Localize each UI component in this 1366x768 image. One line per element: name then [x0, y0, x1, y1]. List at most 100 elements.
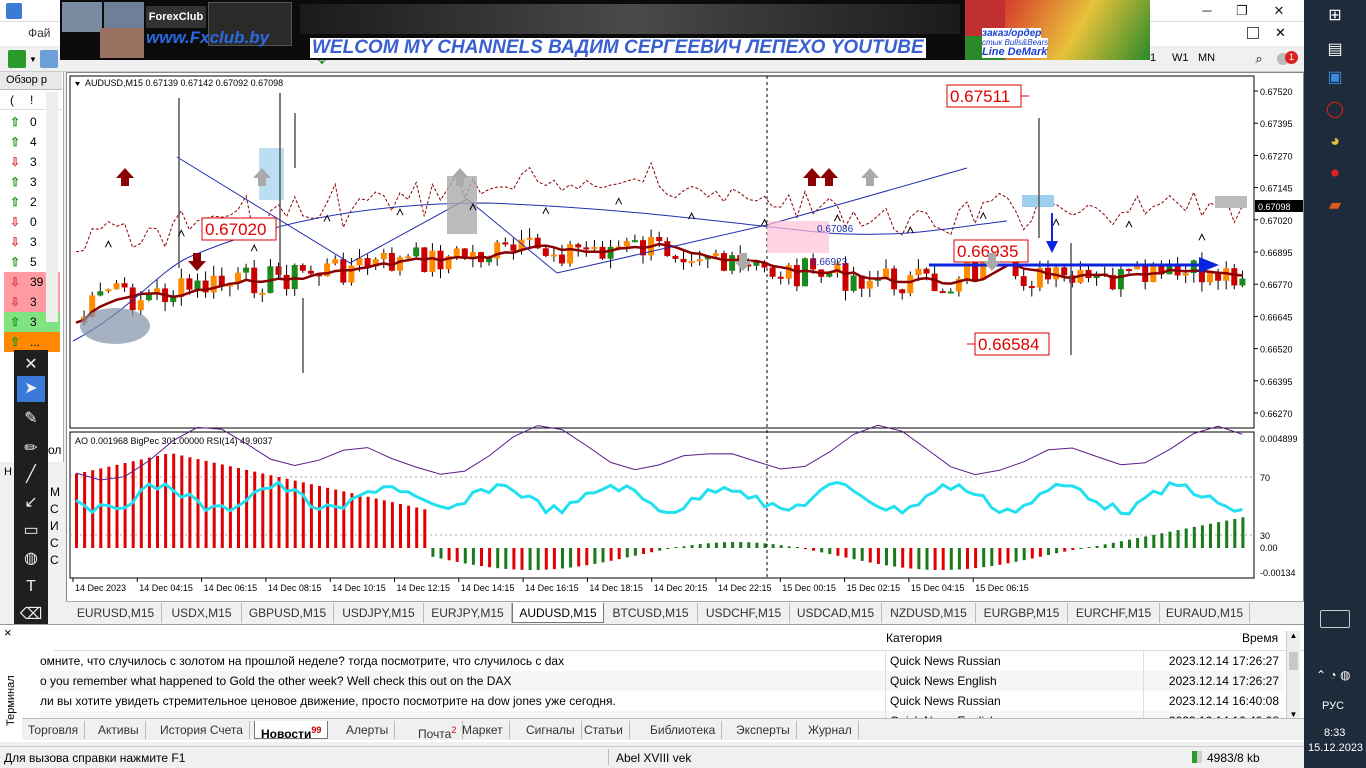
ao-bar [1152, 534, 1156, 548]
powerpoint-icon[interactable]: ▰ [1321, 192, 1349, 220]
chart-tab[interactable]: AUDUSD,M15 [512, 603, 604, 623]
chart-tab[interactable]: EURCHF,M15 [1068, 603, 1160, 623]
close-window-button[interactable]: ✕ [1262, 0, 1296, 22]
ao-bar [366, 496, 370, 548]
palette-icon[interactable]: ◍ [17, 546, 45, 572]
news-row[interactable]: омните, что случилось с золотом на прошл… [40, 651, 1284, 671]
candle-body [397, 257, 403, 271]
ao-bar [828, 548, 832, 555]
chart-tab[interactable]: BTCUSD,M15 [604, 603, 698, 623]
rectangle-icon[interactable]: ▭ [17, 518, 45, 544]
column-head-right[interactable]: ! [30, 93, 33, 107]
search-icon[interactable]: ⌕ [1250, 50, 1268, 68]
chart-tab[interactable]: EURUSD,M15 [70, 603, 162, 623]
chart-tab[interactable]: USDCHF,M15 [698, 603, 790, 623]
profiles-icon[interactable] [40, 50, 58, 68]
scroll-up-icon[interactable]: ▲ [1287, 631, 1300, 640]
minimize-button[interactable]: ─ [1190, 0, 1224, 22]
menu-restore-icon[interactable] [1247, 27, 1259, 39]
cursor-icon[interactable]: ➤ [17, 376, 45, 402]
terminal-tab[interactable]: Маркет [456, 721, 510, 739]
terminal-tab[interactable]: Алерты [340, 721, 396, 739]
keyboard-icon[interactable] [1320, 610, 1350, 628]
banner-ad[interactable]: ForexClub www.Fxclub.by WELCOM MY CHANNE… [60, 0, 1150, 60]
terminal-tab[interactable]: Статьи [578, 721, 630, 739]
indicator-axis-label: 70 [1260, 473, 1270, 483]
arrow-icon[interactable]: ↙ [17, 490, 45, 516]
chart-tab[interactable]: EURJPY,M15 [424, 603, 512, 623]
terminal-tab-label: Активы [98, 723, 139, 737]
menu-file[interactable]: Фай [28, 26, 51, 40]
chart-tab[interactable]: EURAUD,M15 [1160, 603, 1250, 623]
candle-body [567, 244, 574, 264]
candle-body [923, 268, 930, 274]
marker-icon[interactable]: ✏ [17, 436, 45, 462]
ao-bar [1006, 548, 1010, 564]
terminal-scrollbar[interactable]: ▲ ▼ [1286, 631, 1300, 723]
ao-bar [941, 548, 945, 570]
scroll-thumb[interactable] [1289, 652, 1298, 670]
candle-body [672, 256, 679, 259]
menu-close-icon[interactable]: ✕ [1275, 25, 1286, 41]
terminal-tab[interactable]: Активы [92, 721, 146, 739]
gallery-icon[interactable]: ▣ [1321, 64, 1349, 92]
chart-window[interactable]: 0.67520 0.67395 0.67270 0.67145 0.67020 0.668… [66, 72, 1304, 602]
terminal-close-icon[interactable]: × [4, 625, 12, 640]
line-icon[interactable]: ╱ [17, 462, 45, 488]
candle-body [1117, 269, 1124, 290]
period-partial[interactable]: 1 [1150, 52, 1156, 64]
column-time[interactable]: Время [1242, 631, 1278, 645]
banner-line: Line DeMark [982, 46, 1048, 58]
dropdown-icon[interactable]: ▼ [28, 50, 38, 68]
period-w1[interactable]: W1 [1172, 52, 1189, 64]
restore-button[interactable]: ❐ [1225, 0, 1259, 22]
connection-icon[interactable] [1192, 751, 1202, 763]
ao-bar [504, 548, 508, 569]
time-axis-label: 14 Dec 16:15 [525, 583, 579, 593]
news-row[interactable]: o you remember what happened to Gold the… [40, 671, 1284, 691]
files-icon[interactable]: ▤ [1321, 36, 1349, 64]
chart-tab[interactable]: EURGBP,M15 [976, 603, 1068, 623]
price-chart[interactable]: 0.67520 0.67395 0.67270 0.67145 0.67020 0.668… [67, 73, 1305, 603]
terminal-tab[interactable]: Торговля [22, 721, 86, 739]
opera-icon[interactable]: ◯ [1321, 96, 1349, 124]
new-chart-icon[interactable] [8, 50, 26, 68]
sidebar-scrollbar[interactable] [46, 92, 58, 322]
paint-icon[interactable]: ◕ [1321, 128, 1349, 156]
clock-time[interactable]: 8:33 [1324, 727, 1345, 739]
language-indicator[interactable]: РУС [1322, 700, 1344, 712]
pencil-icon[interactable]: ✎ [17, 406, 45, 432]
ao-bar [326, 487, 330, 548]
terminal-tab[interactable]: История Счета [154, 721, 250, 739]
blue-marker [1022, 195, 1054, 207]
column-head-left[interactable]: ( [10, 93, 14, 107]
candle-body [777, 276, 784, 279]
clock-date[interactable]: 15.12.2023 [1308, 742, 1363, 754]
tray-icons[interactable]: ⌃ ◔ ◍ [1316, 668, 1356, 686]
terminal-tab-label: История Счета [160, 723, 243, 737]
column-category[interactable]: Категория [886, 631, 942, 645]
chart-tab[interactable]: USDCAD,M15 [790, 603, 882, 623]
period-mn[interactable]: MN [1198, 52, 1215, 64]
chart-tab[interactable]: GBPUSD,M15 [242, 603, 334, 623]
close-icon[interactable]: ✕ [17, 352, 45, 378]
market-watch-row[interactable]: ⇧... [4, 332, 60, 352]
notifications-icon[interactable]: 1 [1276, 50, 1298, 68]
ao-bar [423, 509, 427, 548]
terminal-tab[interactable]: Журнал [802, 721, 859, 739]
text-icon[interactable]: T [17, 574, 45, 600]
terminal-tab[interactable]: Библиотека [644, 721, 723, 739]
ao-bar [569, 548, 573, 568]
chart-tab[interactable]: USDX,M15 [162, 603, 242, 623]
candle-body [850, 275, 857, 291]
chart-tab[interactable]: NZDUSD,M15 [882, 603, 976, 623]
news-row[interactable]: ли вы хотите увидеть стремительное ценов… [40, 691, 1284, 711]
windows-icon[interactable]: ⊞ [1321, 2, 1349, 30]
ao-bar [1136, 538, 1140, 548]
record-icon[interactable]: ⏺ [1321, 160, 1349, 188]
terminal-tab[interactable]: Сигналы [520, 721, 582, 739]
terminal-tab[interactable]: Новости99 [254, 721, 329, 741]
main-pane[interactable] [69, 75, 1255, 429]
chart-tab[interactable]: USDJPY,M15 [334, 603, 424, 623]
terminal-tab[interactable]: Эксперты [730, 721, 797, 739]
